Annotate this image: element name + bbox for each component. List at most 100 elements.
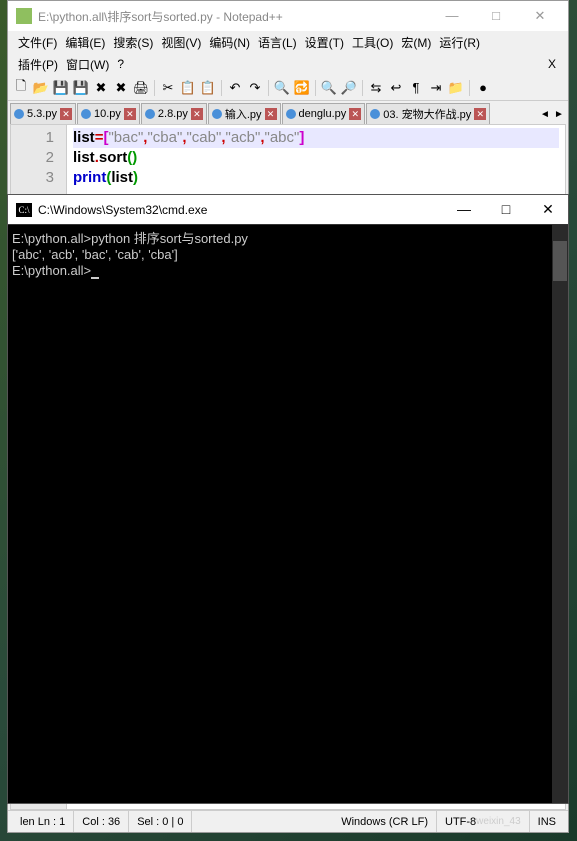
menu-bar-row1: 文件(F)编辑(E)搜索(S)视图(V)编码(N)语言(L)设置(T)工具(O)… <box>8 31 568 53</box>
new-file-icon[interactable]: 🗋 <box>12 79 30 97</box>
tab-label: denglu.py <box>299 108 347 120</box>
all-chars-icon[interactable]: ¶ <box>407 79 425 97</box>
toolbar-separator <box>268 80 269 96</box>
menu-item[interactable]: 宏(M) <box>397 34 435 51</box>
replace-icon[interactable]: 🔂 <box>293 79 311 97</box>
menu-item[interactable]: 视图(V) <box>157 34 205 51</box>
tab-close-icon[interactable]: ✕ <box>124 108 136 120</box>
menu-item[interactable]: 插件(P) <box>14 56 62 73</box>
tab-status-icon <box>145 109 155 119</box>
find-icon[interactable]: 🔍 <box>273 79 291 97</box>
redo-icon[interactable]: ↷ <box>246 79 264 97</box>
toolbar-separator <box>469 80 470 96</box>
maximize-button[interactable]: □ <box>484 8 508 24</box>
cmd-scroll-thumb[interactable] <box>553 241 567 281</box>
status-eol: Windows (CR LF) <box>333 811 437 832</box>
save-icon[interactable]: 💾 <box>52 79 70 97</box>
minimize-button[interactable]: — <box>440 8 464 24</box>
cmd-maximize-button[interactable]: □ <box>494 201 518 218</box>
tab-scroll-right[interactable]: ► <box>552 104 566 124</box>
status-len-ln: len Ln : 1 <box>12 811 74 832</box>
status-ins: INS <box>530 811 564 832</box>
cmd-title-bar[interactable]: C:\ C:\Windows\System32\cmd.exe — □ ✕ <box>8 195 568 225</box>
tab-status-icon <box>81 109 91 119</box>
menu-item[interactable]: 编辑(E) <box>61 34 109 51</box>
cmd-minimize-button[interactable]: — <box>452 201 476 218</box>
file-tab[interactable]: 2.8.py✕ <box>141 103 207 124</box>
cmd-close-button[interactable]: ✕ <box>536 201 560 218</box>
tab-label: 5.3.py <box>27 108 57 120</box>
tab-close-icon[interactable]: ✕ <box>265 108 277 120</box>
toolbar-separator <box>362 80 363 96</box>
file-tab[interactable]: 5.3.py✕ <box>10 103 76 124</box>
status-col: Col : 36 <box>74 811 129 832</box>
record-icon[interactable]: ● <box>474 79 492 97</box>
cmd-output[interactable]: E:\python.all>python 排序sort与sorted.py['a… <box>8 225 568 803</box>
open-icon[interactable]: 📂 <box>32 79 50 97</box>
menu-item[interactable]: 搜索(S) <box>109 34 157 51</box>
tab-close-icon[interactable]: ✕ <box>60 108 72 120</box>
file-tab[interactable]: 输入.py✕ <box>208 103 281 124</box>
cmd-scrollbar[interactable] <box>552 225 568 803</box>
toolbar-separator <box>315 80 316 96</box>
app-icon <box>16 8 32 24</box>
menu-item[interactable]: 运行(R) <box>435 34 484 51</box>
code-line[interactable]: list=["bac","cba","cab","acb","abc"] <box>73 128 559 148</box>
file-tab[interactable]: 03. 宠物大作战.py✕ <box>366 103 490 124</box>
menu-item[interactable]: 窗口(W) <box>62 56 113 73</box>
file-tab[interactable]: denglu.py✕ <box>282 103 366 124</box>
menu-item[interactable]: 设置(T) <box>301 34 348 51</box>
tab-close-icon[interactable]: ✕ <box>349 108 361 120</box>
tab-label: 03. 宠物大作战.py <box>383 106 471 122</box>
sync-icon[interactable]: ⇆ <box>367 79 385 97</box>
folder-icon[interactable]: 📁 <box>447 79 465 97</box>
tab-label: 10.py <box>94 108 121 120</box>
indent-icon[interactable]: ⇥ <box>427 79 445 97</box>
code-line[interactable]: list.sort() <box>73 148 559 168</box>
close-icon[interactable]: ✖ <box>92 79 110 97</box>
code-line[interactable]: print(list) <box>73 168 559 188</box>
paste-icon[interactable]: 📋 <box>199 79 217 97</box>
tab-bar: 5.3.py✕10.py✕2.8.py✕输入.py✕denglu.py✕03. … <box>8 101 568 124</box>
menu-item[interactable]: ? <box>113 57 128 71</box>
cut-icon[interactable]: ✂ <box>159 79 177 97</box>
line-number: 2 <box>11 148 54 168</box>
status-sel: Sel : 0 | 0 <box>129 811 192 832</box>
file-tab[interactable]: 10.py✕ <box>77 103 140 124</box>
tab-label: 输入.py <box>225 106 262 122</box>
tab-status-icon <box>370 109 380 119</box>
cmd-text: E:\python.all>python 排序sort与sorted.py['a… <box>12 231 564 279</box>
tab-close-icon[interactable]: ✕ <box>474 108 486 120</box>
undo-icon[interactable]: ↶ <box>226 79 244 97</box>
copy-icon[interactable]: 📋 <box>179 79 197 97</box>
zoom-out-icon[interactable]: 🔎 <box>340 79 358 97</box>
line-number: 3 <box>11 168 54 188</box>
tab-status-icon <box>286 109 296 119</box>
status-enc: UTF-8 weixin_43 <box>437 811 530 832</box>
close-button[interactable]: ✕ <box>528 8 552 24</box>
wrap-icon[interactable]: ↩ <box>387 79 405 97</box>
menu-item[interactable]: 工具(O) <box>348 34 397 51</box>
line-number: 1 <box>11 128 54 148</box>
cmd-window: C:\ C:\Windows\System32\cmd.exe — □ ✕ E:… <box>7 194 569 804</box>
menu-item[interactable]: 编码(N) <box>205 34 254 51</box>
menu-close-x[interactable]: X <box>548 57 562 71</box>
toolbar-separator <box>221 80 222 96</box>
cmd-title-text: C:\Windows\System32\cmd.exe <box>38 203 452 217</box>
save-all-icon[interactable]: 💾 <box>72 79 90 97</box>
tab-close-icon[interactable]: ✕ <box>191 108 203 120</box>
tab-label: 2.8.py <box>158 108 188 120</box>
close-all-icon[interactable]: ✖ <box>112 79 130 97</box>
title-bar[interactable]: E:\python.all\排序sort与sorted.py - Notepad… <box>8 1 568 31</box>
menu-item[interactable]: 语言(L) <box>254 34 301 51</box>
menu-item[interactable]: 文件(F) <box>14 34 61 51</box>
menu-bar-row2: 插件(P)窗口(W)? X <box>8 53 568 75</box>
status-bar: len Ln : 1 Col : 36 Sel : 0 | 0 Windows … <box>8 810 568 832</box>
tab-scroll-left[interactable]: ◄ <box>538 104 552 124</box>
watermark: weixin_43 <box>476 816 520 827</box>
tab-status-icon <box>212 109 222 119</box>
tab-status-icon <box>14 109 24 119</box>
title-text: E:\python.all\排序sort与sorted.py - Notepad… <box>38 8 440 25</box>
print-icon[interactable]: 🖨 <box>132 79 150 97</box>
zoom-in-icon[interactable]: 🔍 <box>320 79 338 97</box>
